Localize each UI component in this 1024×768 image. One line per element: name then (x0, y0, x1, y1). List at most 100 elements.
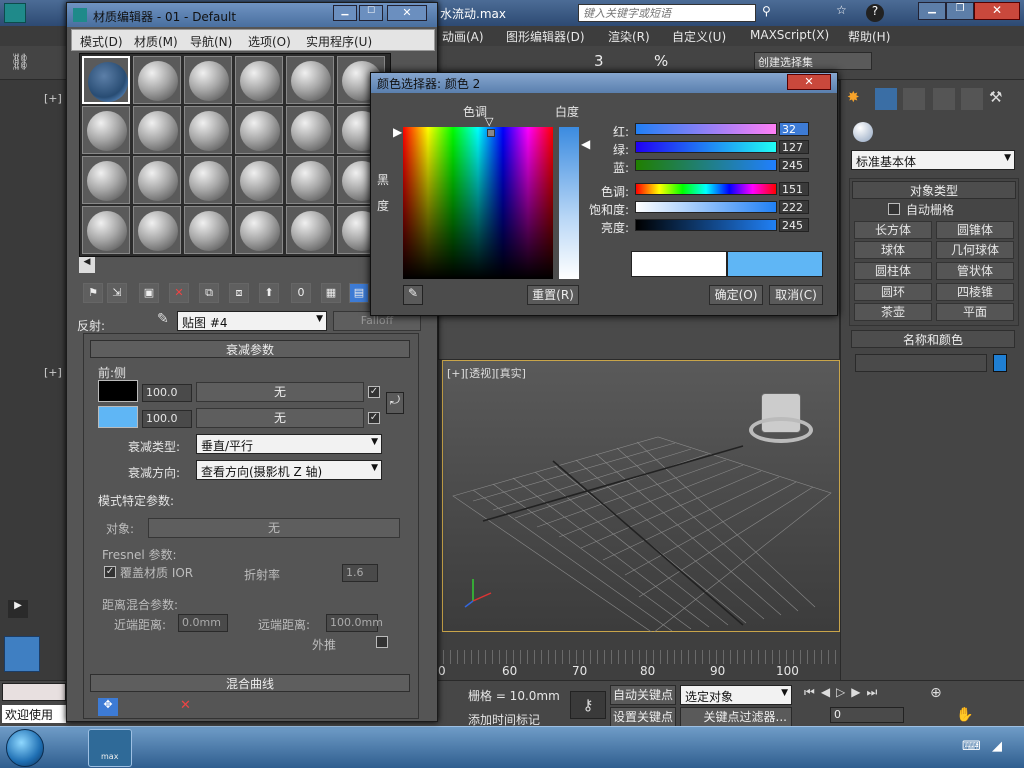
tube-button[interactable]: 管状体 (936, 262, 1014, 280)
falloff-direction-dropdown[interactable]: 查看方向(摄影机 Z 轴) (196, 460, 382, 480)
falloff-type-dropdown[interactable]: 垂直/平行 (196, 434, 382, 454)
mat-minimize-button[interactable]: ▁ (333, 5, 357, 21)
object-type-header[interactable]: 对象类型 (852, 181, 1016, 199)
color-selector-titlebar[interactable]: 颜色选择器: 颜色 2 ✕ (371, 73, 837, 93)
front-map-button[interactable]: 无 (196, 382, 364, 402)
hue-value-field[interactable]: 151 (779, 182, 809, 196)
menu-help[interactable]: 帮助(H) (848, 28, 890, 45)
show-map-icon[interactable]: ▤ (349, 283, 369, 303)
name-color-header[interactable]: 名称和颜色 (851, 330, 1015, 348)
sample-slot[interactable] (235, 106, 283, 154)
eyedropper-icon[interactable]: ✎ (403, 285, 423, 305)
auto-key-button[interactable]: 自动关键点 (610, 685, 676, 705)
torus-button[interactable]: 圆环 (854, 283, 932, 301)
material-id-icon[interactable]: 0 (291, 283, 311, 303)
pyramid-button[interactable]: 四棱锥 (936, 283, 1014, 301)
zoom-icon[interactable]: ⊕ (930, 685, 942, 701)
perspective-viewport[interactable]: [+][透视][真实] (442, 360, 840, 633)
primitive-type-dropdown[interactable]: 标准基本体 (851, 150, 1015, 170)
display-tab-icon[interactable] (961, 88, 983, 110)
side-amount-spinner[interactable]: 100.0 (142, 410, 192, 428)
reset-button[interactable]: 重置(R) (527, 285, 579, 305)
front-amount-spinner[interactable]: 100.0 (142, 384, 192, 402)
sample-slot[interactable] (286, 206, 334, 254)
go-end-icon[interactable]: ⏭ (867, 685, 884, 699)
sample-slot[interactable] (82, 156, 130, 204)
menu-graph-editors[interactable]: 图形编辑器(D) (506, 28, 585, 45)
hue-slider[interactable] (635, 183, 777, 195)
key-mode-dropdown[interactable]: 选定对象 (680, 685, 792, 705)
geometry-sphere-icon[interactable] (853, 122, 873, 142)
sample-slot[interactable] (184, 106, 232, 154)
blue-value-field[interactable]: 245 (779, 158, 809, 172)
viewport-label-top[interactable]: [+] (44, 92, 62, 105)
color-close-button[interactable]: ✕ (787, 74, 831, 90)
timeline-track[interactable] (436, 650, 840, 664)
pan-hand-icon[interactable]: ✋ (956, 707, 973, 723)
key-icon[interactable]: ⚷ (570, 691, 606, 719)
key-filters-button[interactable]: 关键点过滤器... (680, 707, 792, 727)
sample-slot[interactable] (235, 156, 283, 204)
hue-blackness-field[interactable] (403, 127, 553, 279)
cone-button[interactable]: 圆锥体 (936, 221, 1014, 239)
green-slider[interactable] (635, 141, 777, 153)
side-map-checkbox[interactable]: ✓ (368, 412, 380, 424)
sample-slot[interactable] (184, 56, 232, 104)
keyboard-icon[interactable]: ⌨ (962, 739, 981, 754)
hierarchy-tab-icon[interactable] (903, 88, 925, 110)
sample-slot[interactable] (184, 206, 232, 254)
far-distance-spinner[interactable]: 100.0mm (326, 614, 383, 632)
plane-button[interactable]: 平面 (936, 303, 1014, 321)
red-value-field[interactable]: 32 (779, 122, 809, 136)
object-color-swatch[interactable] (993, 354, 1007, 372)
auto-grid-checkbox[interactable] (888, 203, 900, 215)
minimize-button[interactable]: ▁ (918, 2, 946, 20)
sample-slot[interactable] (82, 56, 130, 104)
modify-tab-icon[interactable] (875, 88, 897, 110)
play-icon[interactable]: ▷ (836, 685, 851, 699)
near-distance-spinner[interactable]: 0.0mm (178, 614, 228, 632)
motion-tab-icon[interactable] (933, 88, 955, 110)
taskbar-max-button[interactable]: max (88, 729, 132, 767)
volume-icon[interactable]: ◢ (992, 739, 1002, 754)
sphere-button[interactable]: 球体 (854, 241, 932, 259)
side-map-button[interactable]: 无 (196, 408, 364, 428)
teapot-button[interactable]: 茶壶 (854, 303, 932, 321)
mat-maximize-button[interactable]: ☐ (359, 5, 383, 21)
object-name-field[interactable] (855, 354, 987, 372)
sample-slot[interactable] (286, 156, 334, 204)
delete-icon[interactable]: ✕ (169, 283, 189, 303)
copy-material-icon[interactable]: ⧉ (199, 283, 219, 303)
next-frame-icon[interactable]: ▶ (851, 685, 866, 699)
menu-options[interactable]: 选项(O) (248, 33, 291, 50)
menu-rendering[interactable]: 渲染(R) (608, 28, 650, 45)
set-key-button[interactable]: 设置关键点 (610, 707, 676, 727)
sample-slot[interactable] (235, 56, 283, 104)
menu-material[interactable]: 材质(M) (134, 33, 178, 50)
red-slider[interactable] (635, 123, 777, 135)
front-color-swatch-2[interactable] (98, 406, 138, 428)
delete-point-icon[interactable]: ✕ (180, 698, 191, 713)
brightness-value-field[interactable]: 245 (779, 218, 809, 232)
sample-slot[interactable] (133, 56, 181, 104)
brightness-slider[interactable] (635, 219, 777, 231)
eyedropper-icon[interactable]: ✎ (157, 311, 169, 327)
map-name-dropdown[interactable]: 贴图 #4 (177, 311, 327, 331)
menu-modes[interactable]: 模式(D) (80, 33, 123, 50)
menu-utilities[interactable]: 实用程序(U) (306, 33, 372, 50)
saturation-slider[interactable] (635, 201, 777, 213)
ok-button[interactable]: 确定(O) (709, 285, 763, 305)
menu-maxscript[interactable]: MAXScript(X) (750, 28, 829, 42)
viewport-label-left[interactable]: [+] (44, 366, 62, 379)
get-material-icon[interactable]: ⚑ (83, 283, 103, 303)
checker-bg-icon[interactable]: ▦ (321, 283, 341, 303)
blue-slider[interactable] (635, 159, 777, 171)
link-icon[interactable]: ⛓ (10, 52, 30, 71)
object-pick-button[interactable]: 无 (148, 518, 400, 538)
front-color-swatch[interactable] (98, 380, 138, 402)
green-value-field[interactable]: 127 (779, 140, 809, 154)
viewcube-ring-icon[interactable] (749, 417, 813, 443)
unique-icon[interactable]: ⧈ (229, 283, 249, 303)
sample-slot[interactable] (133, 106, 181, 154)
close-button[interactable]: ✕ (974, 2, 1020, 20)
